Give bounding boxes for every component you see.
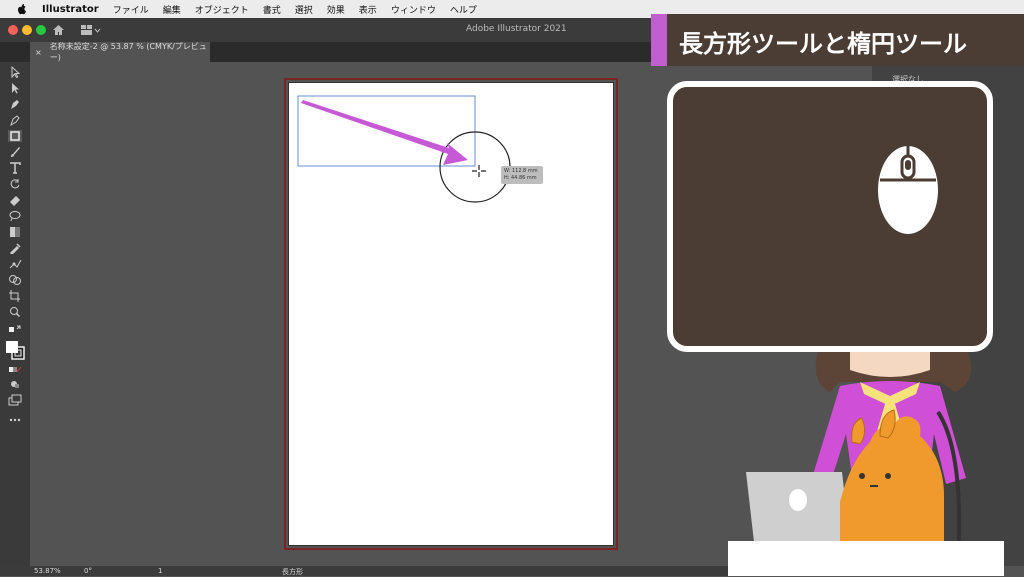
rotation-value[interactable]: 0° xyxy=(84,567,92,575)
eraser-tool-icon[interactable] xyxy=(8,194,22,206)
pen-tool-icon[interactable] xyxy=(8,98,22,110)
zoom-level[interactable]: 53.87% xyxy=(34,567,61,575)
menu-edit[interactable]: 編集 xyxy=(163,3,181,16)
title-banner: 長方形ツールと楕円ツール xyxy=(651,14,1024,66)
close-window-button[interactable] xyxy=(8,25,18,35)
document-tab[interactable]: × 名称未設定-2 @ 53.87 % (CMYK/プレビュー) xyxy=(30,42,210,62)
tools-panel xyxy=(0,62,30,566)
menu-effect[interactable]: 効果 xyxy=(327,3,345,16)
type-tool-icon[interactable] xyxy=(8,162,22,174)
banner-title: 長方形ツールと楕円ツール xyxy=(679,30,967,58)
mouse-icon xyxy=(878,146,938,234)
menu-help[interactable]: ヘルプ xyxy=(450,3,477,16)
mouse-illustration-box xyxy=(667,81,993,352)
zoom-window-button[interactable] xyxy=(36,25,46,35)
direct-selection-tool-icon[interactable] xyxy=(8,82,22,94)
puppet-warp-tool-icon[interactable] xyxy=(8,258,22,270)
zoom-tool-icon[interactable] xyxy=(8,306,22,318)
app-menu[interactable]: Illustrator xyxy=(42,4,99,15)
rotate-tool-icon[interactable] xyxy=(8,178,22,190)
screen-mode-icon[interactable] xyxy=(8,394,22,406)
menu-view[interactable]: 表示 xyxy=(359,3,377,16)
shape-builder-tool-icon[interactable] xyxy=(8,274,22,286)
document-tab-label: 名称未設定-2 @ 53.87 % (CMYK/プレビュー) xyxy=(49,42,207,62)
artboard-tool-icon[interactable] xyxy=(8,290,22,302)
measure-width: W: 112.8 mm xyxy=(504,168,538,174)
more-tools-icon[interactable] xyxy=(8,414,22,426)
paintbrush-tool-icon[interactable] xyxy=(8,146,22,158)
close-tab-button[interactable]: × xyxy=(35,48,42,57)
menu-file[interactable]: ファイル xyxy=(113,3,149,16)
artboard-number[interactable]: 1 xyxy=(158,567,162,575)
draw-mode-icon[interactable] xyxy=(8,378,22,390)
lasso-tool-icon[interactable] xyxy=(8,210,22,222)
status-bar: 53.87% 0° 1 長方形 xyxy=(0,566,740,576)
info-card xyxy=(728,541,1004,576)
fill-stroke-swatch-icon[interactable] xyxy=(5,340,25,360)
color-mode-icon[interactable] xyxy=(8,364,22,376)
home-icon[interactable] xyxy=(52,24,65,36)
menu-object[interactable]: オブジェクト xyxy=(195,3,249,16)
banner-accent-bar xyxy=(651,14,667,66)
measure-tooltip: W: 112.8 mm H: 44.86 mm xyxy=(501,166,543,184)
curvature-tool-icon[interactable] xyxy=(8,114,22,126)
menu-window[interactable]: ウィンドウ xyxy=(391,3,436,16)
measure-height: H: 44.86 mm xyxy=(504,175,537,181)
swap-fill-stroke-icon[interactable] xyxy=(8,324,22,336)
apple-logo-icon[interactable] xyxy=(16,3,28,15)
eyedropper-tool-icon[interactable] xyxy=(8,242,22,254)
selection-tool-icon[interactable] xyxy=(8,66,22,78)
window-title: Adobe Illustrator 2021 xyxy=(466,24,567,34)
menu-select[interactable]: 選択 xyxy=(295,3,313,16)
artboard[interactable] xyxy=(284,78,618,550)
minimize-window-button[interactable] xyxy=(22,25,32,35)
menu-type[interactable]: 書式 xyxy=(263,3,281,16)
workspace-switcher-icon[interactable] xyxy=(80,24,102,36)
gradient-tool-icon[interactable] xyxy=(8,226,22,238)
rectangle-tool-icon[interactable] xyxy=(8,130,22,142)
